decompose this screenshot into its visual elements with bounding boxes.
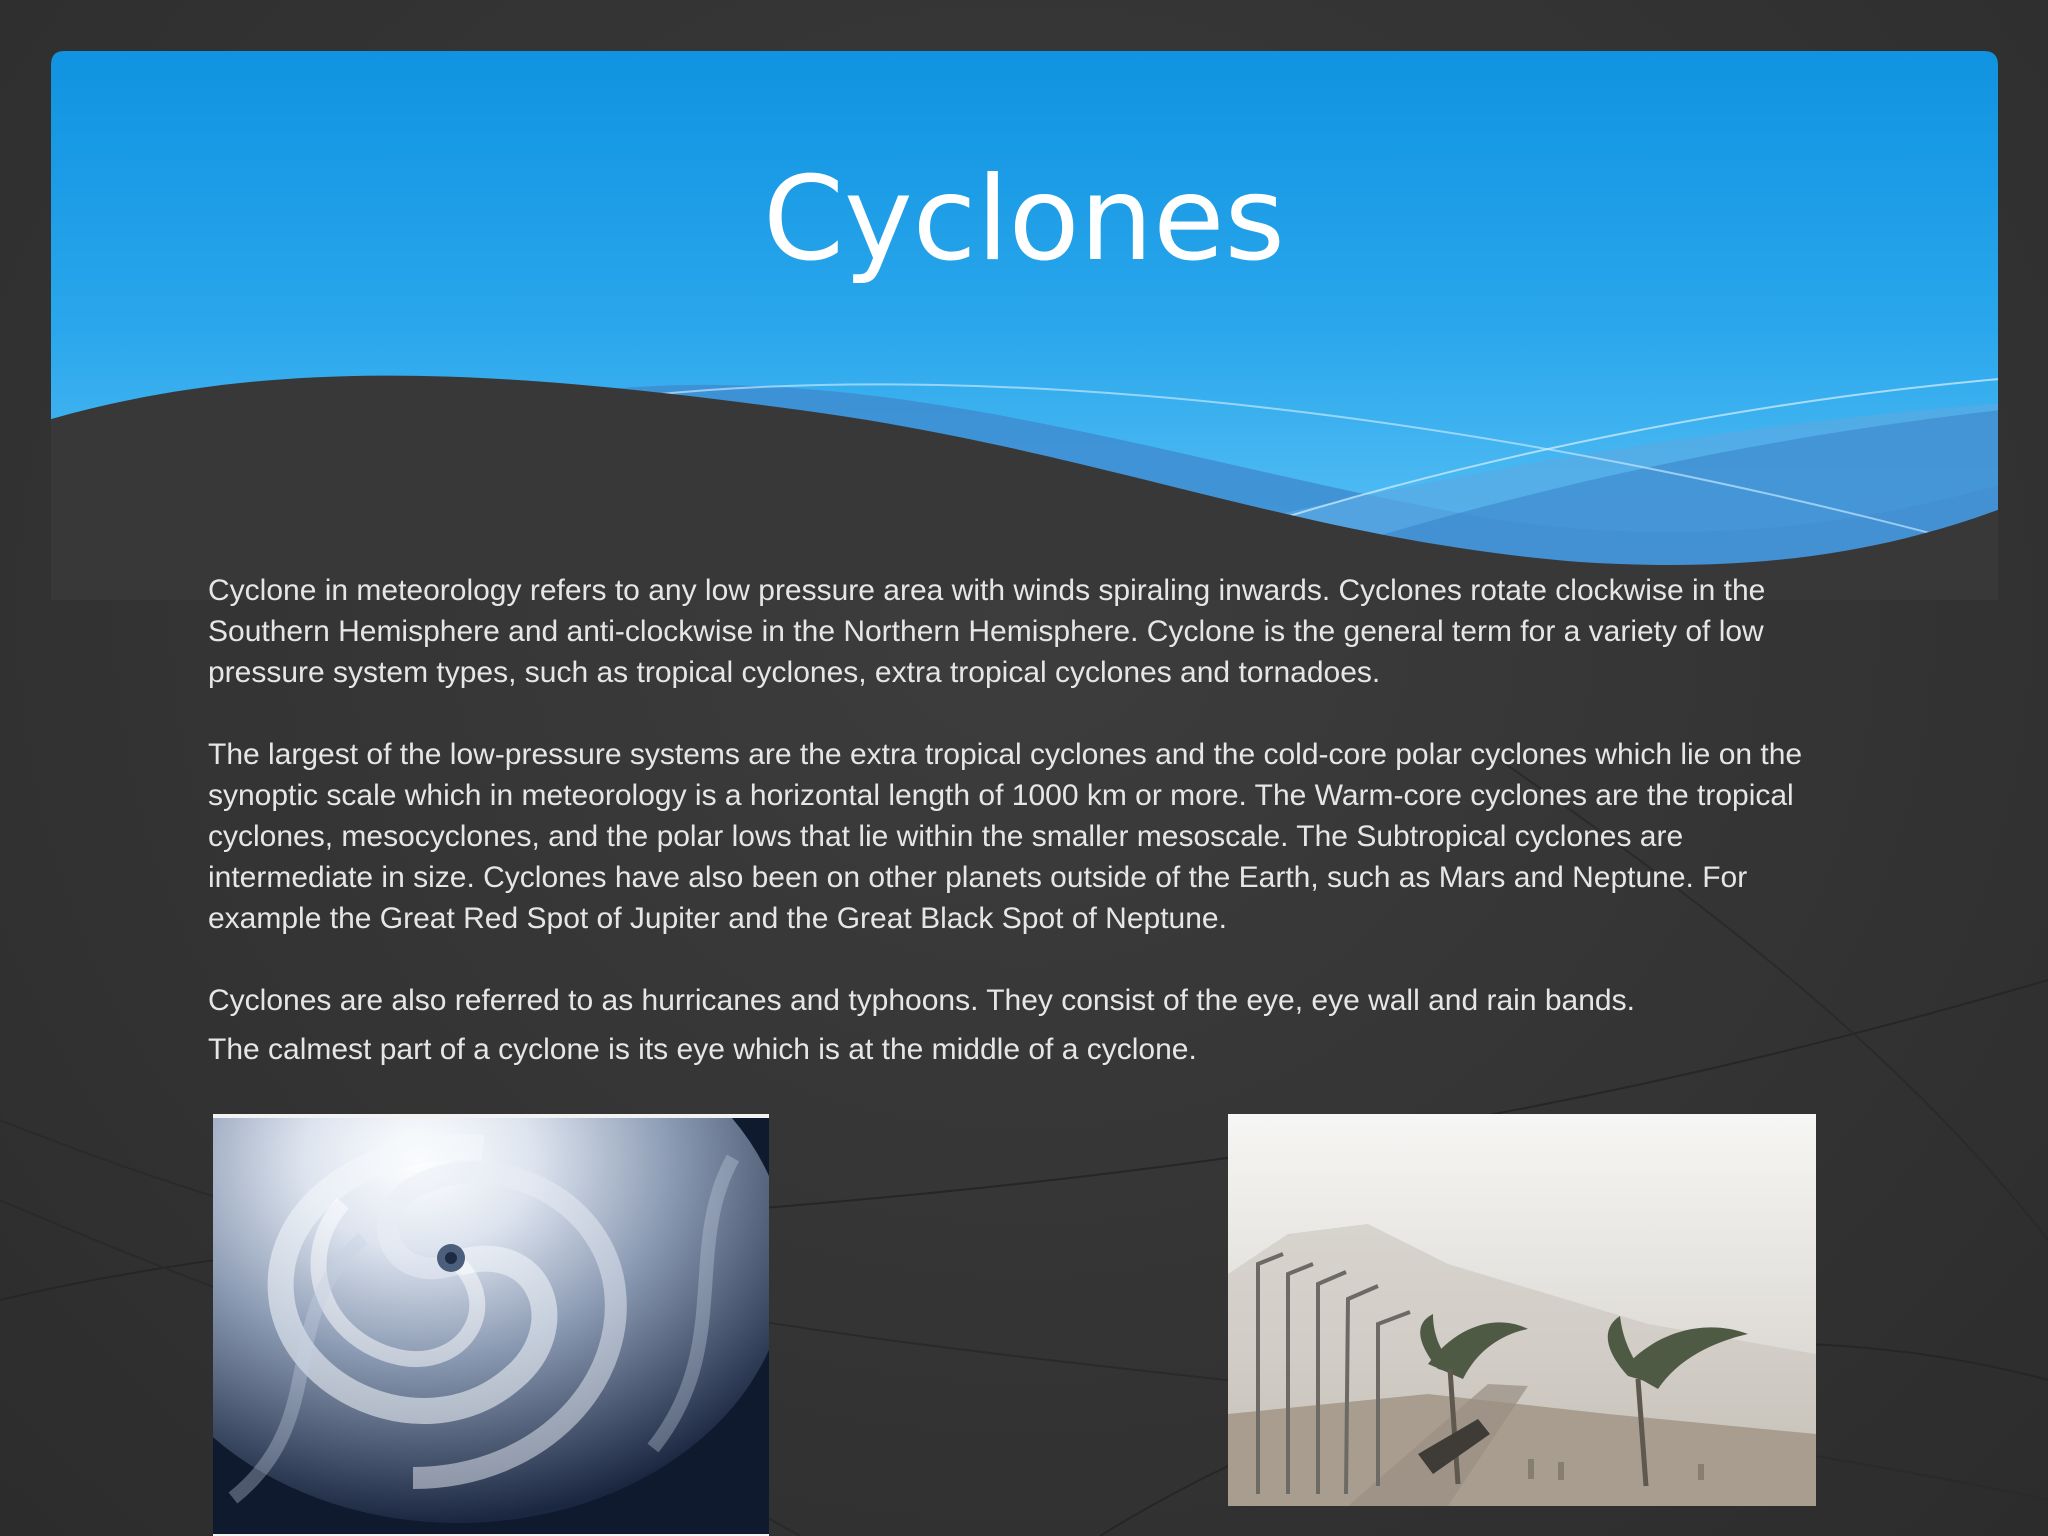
- paragraph-types: The largest of the low-pressure systems …: [208, 738, 1803, 935]
- slide-body: Cyclone in meteorology refers to any low…: [208, 570, 1848, 1070]
- paragraph-definition: Cyclone in meteorology refers to any low…: [208, 574, 1766, 689]
- title-banner: [51, 51, 1998, 600]
- slide-title: Cyclones: [763, 152, 1285, 287]
- paragraph-eye: The calmest part of a cyclone is its eye…: [208, 1033, 1197, 1066]
- storm-seafront-image: [1228, 1114, 1816, 1506]
- paragraph-structure: Cyclones are also referred to as hurrica…: [208, 984, 1635, 1017]
- slide: Cyclones Cyclone in meteorology refers t…: [0, 0, 2048, 1536]
- cyclone-satellite-image: [213, 1114, 769, 1536]
